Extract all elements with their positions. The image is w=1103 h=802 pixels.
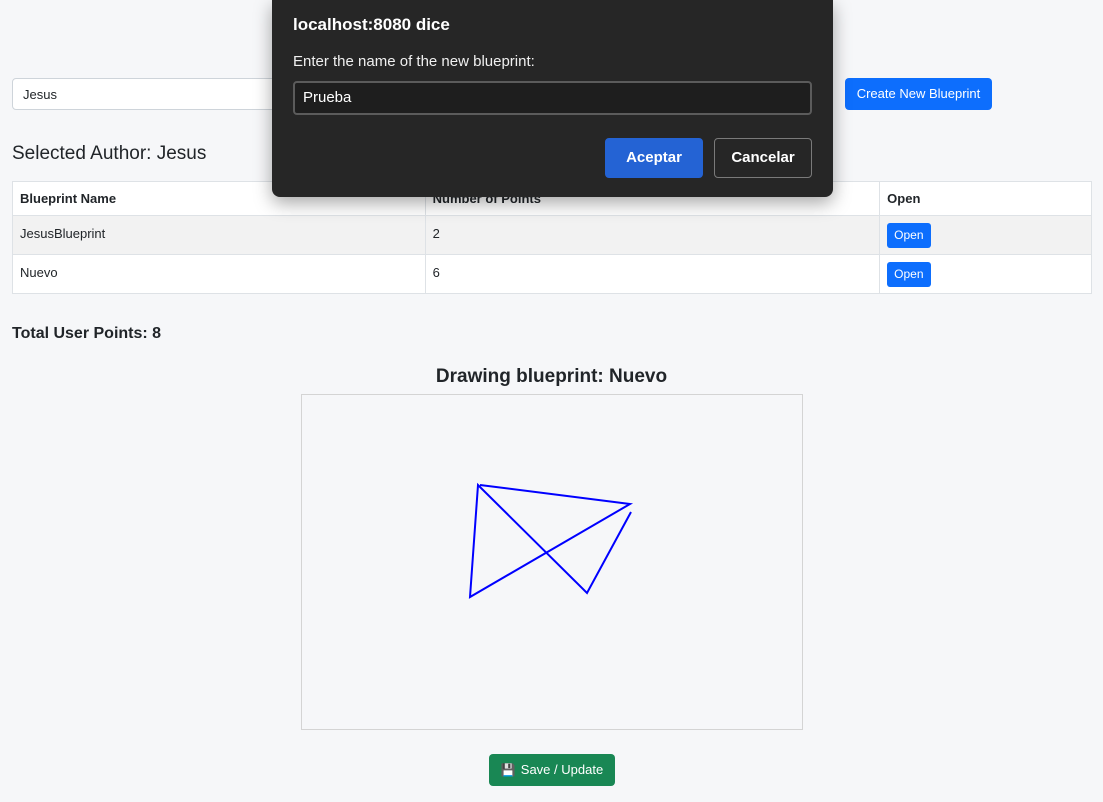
drawing-title: Drawing blueprint: Nuevo: [435, 366, 668, 387]
number-of-points-cell: 2: [424, 215, 881, 255]
table-row: JesusBlueprint 2 Open: [12, 215, 1092, 255]
total-user-points: Total User Points: 8: [12, 325, 162, 342]
blueprint-name-cell: Nuevo: [12, 254, 426, 294]
floppy-disk-icon: 💾: [500, 763, 516, 777]
selected-author-heading: Selected Author: Jesus: [12, 143, 207, 164]
create-new-blueprint-button[interactable]: Create New Blueprint: [845, 78, 992, 110]
dialog-title: localhost:8080 dice: [293, 15, 450, 34]
prompt-dialog: localhost:8080 dice Enter the name of th…: [272, 0, 833, 197]
blueprints-table: Blueprint Name Number of Points Open Jes…: [12, 181, 1092, 294]
save-update-label: Save / Update: [520, 762, 604, 777]
blueprint-canvas[interactable]: [301, 394, 803, 730]
save-update-button[interactable]: 💾 Save / Update: [489, 754, 615, 786]
column-header-open: Open: [879, 181, 1092, 216]
open-cell: Open: [879, 254, 1092, 294]
table-row: Nuevo 6 Open: [12, 254, 1092, 294]
blueprint-name-cell: JesusBlueprint: [12, 215, 426, 255]
blueprints-page: Create New Blueprint Selected Author: Je…: [0, 0, 1103, 802]
blueprint-drawing: [468, 482, 634, 599]
open-blueprint-button[interactable]: Open: [887, 223, 931, 248]
dialog-message: Enter the name of the new blueprint:: [293, 53, 535, 70]
accept-button[interactable]: Aceptar: [605, 138, 703, 178]
open-blueprint-button[interactable]: Open: [887, 262, 931, 287]
author-input[interactable]: [12, 78, 302, 110]
blueprint-name-input[interactable]: Prueba: [293, 81, 812, 115]
cancel-button[interactable]: Cancelar: [714, 138, 812, 178]
blueprint-polyline: [468, 482, 634, 599]
open-cell: Open: [879, 215, 1092, 255]
number-of-points-cell: 6: [424, 254, 881, 294]
